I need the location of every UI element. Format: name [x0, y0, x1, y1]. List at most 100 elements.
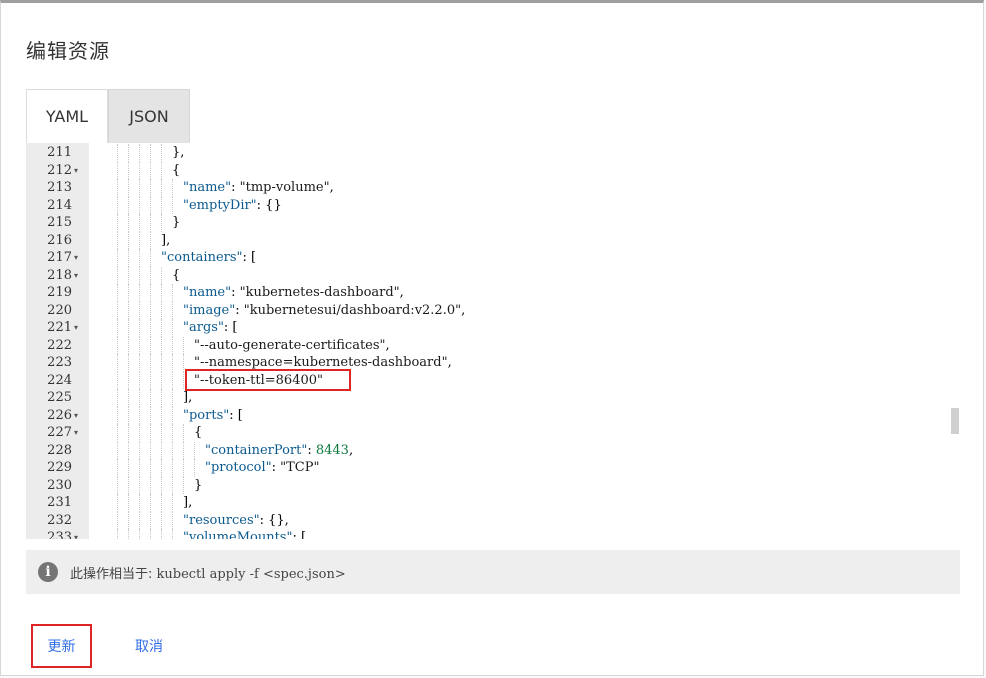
line-number: 226 [47, 407, 72, 423]
code-editor[interactable]: 211}, 212 ▾{213 "name": "tmp-volume", 214 "em… [26, 143, 960, 539]
indent-guide [183, 371, 184, 389]
indent-guide [150, 196, 151, 214]
indent-guide [117, 371, 118, 389]
code-text: "containerPort": 8443, [205, 442, 354, 458]
indent-guide [139, 529, 140, 539]
info-text: 此操作相当于: kubectl apply -f <spec.json> [70, 563, 346, 582]
code-text: "name": "kubernetes-dashboard", [183, 285, 404, 300]
indent-guide [172, 319, 173, 337]
indent-guide [150, 476, 151, 494]
indent-guide [172, 336, 173, 354]
update-button[interactable]: 更新 [31, 624, 92, 668]
indent-guide [139, 249, 140, 267]
fold-toggle-icon[interactable]: ▾ [74, 267, 78, 285]
code-line: 230} [26, 476, 960, 494]
indent-guide [172, 406, 173, 424]
line-number: 232 [47, 512, 72, 528]
json-key: "args" [183, 320, 224, 335]
cancel-button[interactable]: 取消 [119, 624, 179, 668]
line-number: 227 [47, 425, 72, 440]
indent-guide [139, 284, 140, 302]
indent-guide [117, 406, 118, 424]
indent-guide [117, 494, 118, 512]
json-number: 8443 [315, 442, 349, 458]
indent-guide [128, 529, 129, 539]
indent-guide [150, 511, 151, 529]
json-key: "resources" [183, 512, 260, 528]
code-line: 233 ▾ "volumeMounts": [ [26, 529, 960, 539]
tab-yaml[interactable]: YAML [26, 89, 108, 143]
indent-guide [150, 161, 151, 179]
code-line: 222 "--auto-generate-certificates", [26, 336, 960, 354]
line-number: 218 [47, 267, 72, 283]
code-text: { [194, 425, 203, 440]
indent-guide [139, 231, 140, 249]
indent-guide [117, 389, 118, 407]
indent-guide [139, 301, 140, 319]
code-line: 226 ▾ "ports": [ [26, 406, 960, 425]
code-text: ], [161, 232, 171, 248]
editor-scrollbar[interactable] [951, 408, 959, 434]
info-icon: i [38, 562, 58, 582]
code-text: "containers": [ [161, 250, 257, 265]
code-text: "args": [ [183, 320, 238, 335]
indent-guide [172, 511, 173, 529]
line-number: 224 [47, 372, 72, 388]
indent-guide [150, 389, 151, 407]
code-text: ], [183, 390, 193, 405]
indent-guide [128, 371, 129, 389]
fold-toggle-icon[interactable]: ▾ [74, 162, 78, 180]
indent-guide [117, 424, 118, 442]
tab-json[interactable]: JSON [108, 89, 190, 143]
indent-guide [161, 529, 162, 539]
line-number: 217 [47, 250, 72, 265]
code-text: "emptyDir": {} [183, 197, 282, 213]
indent-guide [139, 389, 140, 407]
indent-guide [161, 336, 162, 354]
indent-guide [150, 406, 151, 424]
json-key: "image" [183, 302, 236, 318]
line-number: 229 [47, 460, 72, 475]
code-line: 214 "emptyDir": {} [26, 196, 960, 214]
fold-toggle-icon[interactable]: ▾ [74, 407, 78, 425]
json-key: "volumeMounts" [183, 530, 293, 539]
line-number: 220 [47, 302, 72, 318]
fold-toggle-icon[interactable]: ▾ [74, 424, 78, 442]
indent-guide [150, 371, 151, 389]
indent-guide [183, 354, 184, 372]
line-number: 215 [47, 215, 72, 230]
indent-guide [172, 196, 173, 214]
indent-guide [150, 144, 151, 162]
edit-resource-dialog: 编辑资源 YAML JSON 211}, 212 ▾{213 "name": "tmp… [0, 0, 984, 676]
json-key: "name" [183, 285, 232, 300]
indent-guide [139, 476, 140, 494]
indent-guide [117, 529, 118, 539]
code-text: ], [183, 495, 193, 510]
indent-guide [161, 161, 162, 179]
code-line: 232 "resources": {}, [26, 511, 960, 529]
json-string: "tmp-volume" [239, 180, 330, 195]
indent-guide [117, 179, 118, 197]
indent-guide [172, 529, 173, 539]
indent-guide [139, 179, 140, 197]
fold-toggle-icon[interactable]: ▾ [74, 319, 78, 337]
fold-toggle-icon[interactable]: ▾ [74, 249, 78, 267]
token-ttl-highlight [185, 369, 351, 391]
indent-guide [139, 494, 140, 512]
fold-toggle-icon[interactable]: ▾ [74, 529, 78, 539]
json-string: "--namespace=kubernetes-dashboard" [194, 355, 448, 370]
indent-guide [161, 214, 162, 232]
code-line: 216], [26, 231, 960, 249]
indent-guide [161, 476, 162, 494]
indent-guide [172, 354, 173, 372]
editor-lines: 211}, 212 ▾{213 "name": "tmp-volume", 214 "em… [26, 144, 960, 539]
indent-guide [150, 249, 151, 267]
code-line: 211}, [26, 144, 960, 162]
line-number: 213 [47, 180, 72, 195]
indent-guide [194, 441, 195, 459]
indent-guide [128, 266, 129, 284]
code-text: "volumeMounts": [ [183, 529, 306, 539]
line-number: 219 [47, 285, 72, 300]
indent-guide [172, 371, 173, 389]
indent-guide [117, 459, 118, 477]
